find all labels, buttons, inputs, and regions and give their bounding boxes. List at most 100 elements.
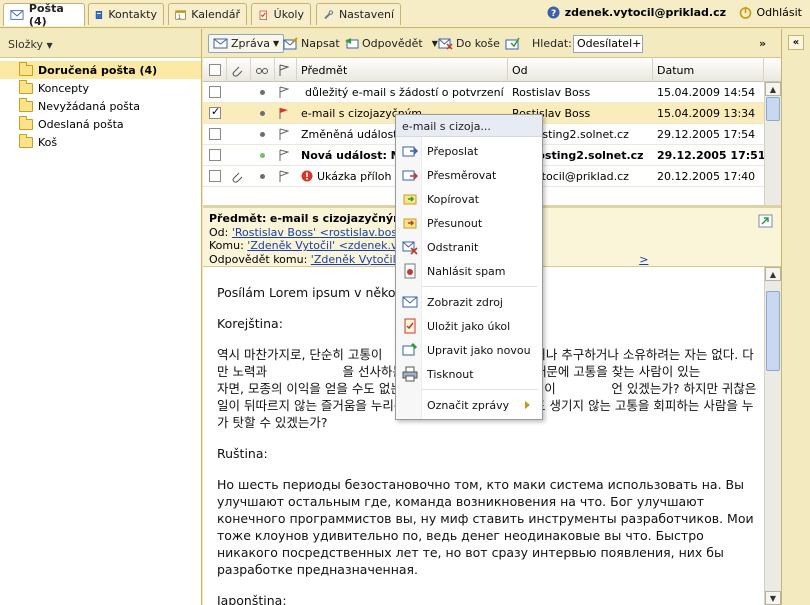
toolbar: Zpráva ▼ Napsat Odpovědět ▼ Do koše Hled… xyxy=(203,29,781,58)
menu-item-label: Označit zprávy xyxy=(427,398,510,412)
select-all-checkbox-cell[interactable] xyxy=(203,58,227,82)
folder-icon xyxy=(19,79,33,94)
unread-dot-icon[interactable] xyxy=(260,89,265,95)
forward-icon xyxy=(402,146,418,157)
help-icon[interactable]: ? xyxy=(547,6,560,19)
message-body-scrollbar[interactable]: ▲ ▼ xyxy=(764,267,781,605)
scroll-down-arrow-icon[interactable]: ▼ xyxy=(765,591,781,605)
right-panel-collapsed: « xyxy=(781,29,810,605)
folder-inbox[interactable]: Doručená pošta (4) xyxy=(0,61,201,79)
folder-trash[interactable]: Koš xyxy=(0,133,201,151)
folders-header[interactable]: Složky ▼ xyxy=(0,29,201,58)
expand-toolbar-button[interactable]: » xyxy=(759,34,766,53)
row-checkbox[interactable] xyxy=(209,128,221,140)
date-column-header[interactable]: Datum xyxy=(653,58,764,82)
menu-item-copy[interactable]: Kopírovat xyxy=(396,187,542,211)
subject-label: Předmět: xyxy=(209,212,267,225)
move-icon xyxy=(403,218,417,229)
flag-icon[interactable] xyxy=(279,170,289,182)
message-menu-button[interactable]: Zpráva ▼ xyxy=(208,34,285,53)
source-icon xyxy=(402,296,418,308)
move-to-trash-button[interactable]: Do koše xyxy=(438,34,500,53)
tab-contacts-label: Kontakty xyxy=(108,8,157,21)
flag-icon[interactable] xyxy=(279,149,289,161)
context-menu-title: e-mail s cizoja... xyxy=(396,115,542,137)
tab-tasks-label: Úkoly xyxy=(273,8,304,21)
tasks-icon xyxy=(259,10,268,20)
menu-item-label: Odstranit xyxy=(427,240,479,254)
from-link[interactable]: 'Rostislav Boss' <rostislav.boss@ xyxy=(232,226,414,239)
context-menu: e-mail s cizoja... Přeposlat Přesměrovat… xyxy=(395,114,543,420)
subject-column-header[interactable]: Předmět xyxy=(297,58,508,82)
tab-mail[interactable]: Pošta (4) xyxy=(3,2,85,28)
open-message-icon[interactable] xyxy=(758,214,773,228)
menu-item-edit-as-new[interactable]: Upravit jako novou xyxy=(396,338,542,362)
folder-drafts[interactable]: Koncepty xyxy=(0,79,201,97)
tab-calendar[interactable]: 1 Kalendář xyxy=(168,3,247,25)
scrollbar-thumb[interactable] xyxy=(766,291,780,371)
from-column-header[interactable]: Od xyxy=(508,58,653,82)
chevron-down-icon: ▼ xyxy=(46,41,53,50)
folder-label: Doručená pošta (4) xyxy=(38,63,158,77)
flag-column-header[interactable] xyxy=(275,58,297,82)
scroll-up-arrow-icon[interactable]: ▲ xyxy=(765,267,781,281)
folder-spam[interactable]: Nevyžádaná pošta xyxy=(0,97,201,115)
flag-icon[interactable] xyxy=(279,128,289,140)
search-field-select[interactable]: Odesílatel+př xyxy=(573,35,643,53)
unread-dot-icon[interactable] xyxy=(260,152,265,158)
flag-icon[interactable] xyxy=(279,107,289,119)
menu-item-delete[interactable]: Odstranit xyxy=(396,235,542,259)
chevron-down-icon: ▼ xyxy=(273,39,280,48)
row-subject: Ukázka příloh xyxy=(317,169,392,183)
menu-item-view-source[interactable]: Zobrazit zdroj xyxy=(396,290,542,314)
menu-item-label: Přeposlat xyxy=(427,144,479,158)
menu-item-label: Upravit jako novou xyxy=(427,343,531,357)
folder-sent[interactable]: Odeslaná pošta xyxy=(0,115,201,133)
reply-to-label: Odpovědět komu: xyxy=(209,252,308,266)
chevron-down-icon: ▼ xyxy=(431,39,438,48)
select-all-checkbox[interactable] xyxy=(209,64,221,76)
tab-tasks[interactable]: Úkoly xyxy=(251,3,311,25)
unread-dot-icon[interactable] xyxy=(260,110,265,116)
row-checkbox[interactable] xyxy=(209,105,221,119)
mark-button[interactable] xyxy=(505,34,520,53)
tab-mail-label: Pošta (4) xyxy=(28,2,64,28)
row-date: 15.04.2009 14:54 xyxy=(657,85,756,99)
flag-icon[interactable] xyxy=(279,86,289,98)
tab-calendar-label: Kalendář xyxy=(191,8,240,21)
folder-icon xyxy=(19,133,33,148)
reply-label: Odpovědět xyxy=(362,37,423,50)
menu-item-redirect[interactable]: Přesměrovat xyxy=(396,163,542,187)
tab-contacts[interactable]: Kontakty xyxy=(88,3,164,25)
attachment-column-header[interactable] xyxy=(227,58,251,82)
folder-sidebar: Složky ▼ Doručená pošta (4) Koncepty Nev… xyxy=(0,29,202,605)
menu-item-print[interactable]: Tisknout xyxy=(396,362,542,386)
menu-item-mark-messages[interactable]: Označit zprávy xyxy=(396,393,542,417)
tab-settings[interactable]: Nastavení xyxy=(316,3,401,25)
reply-button[interactable]: Odpovědět ▼ xyxy=(344,34,438,53)
expand-panel-button[interactable]: « xyxy=(788,35,804,50)
row-date: 29.12.2005 17:54 xyxy=(657,127,756,141)
folder-label: Koncepty xyxy=(38,81,89,95)
compose-button[interactable]: Napsat xyxy=(283,34,340,53)
row-subject: důležitý e-mail s žádostí o potvrzení p xyxy=(305,85,508,99)
folder-icon xyxy=(19,115,33,130)
submenu-arrow-icon xyxy=(525,401,530,409)
scrollbar-thumb[interactable] xyxy=(766,97,780,121)
unread-dot-icon[interactable] xyxy=(260,131,265,137)
read-column-header[interactable] xyxy=(251,58,275,82)
menu-item-label: Uložit jako úkol xyxy=(427,319,511,333)
row-checkbox[interactable] xyxy=(209,149,221,161)
search-label: Hledat: xyxy=(532,37,572,50)
menu-item-label: Kopírovat xyxy=(427,192,480,206)
menu-item-forward[interactable]: Přeposlat xyxy=(396,139,542,163)
row-checkbox[interactable] xyxy=(209,86,221,98)
menu-item-save-as-task[interactable]: Uložit jako úkol xyxy=(396,314,542,338)
table-row[interactable]: důležitý e-mail s žádostí o potvrzení p … xyxy=(203,82,781,103)
unread-dot-icon[interactable] xyxy=(260,173,265,179)
menu-item-report-spam[interactable]: Nahlásit spam xyxy=(396,259,542,283)
menu-item-move[interactable]: Přesunout xyxy=(396,211,542,235)
scroll-up-arrow-icon[interactable]: ▲ xyxy=(765,82,781,96)
logout-button[interactable]: Odhlásit xyxy=(739,6,802,19)
row-checkbox[interactable] xyxy=(209,170,221,182)
